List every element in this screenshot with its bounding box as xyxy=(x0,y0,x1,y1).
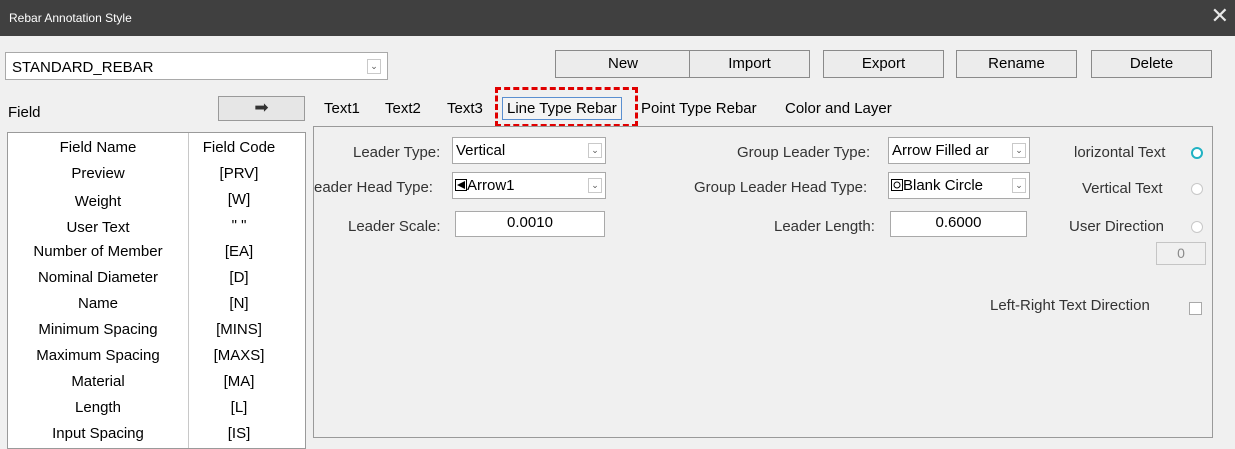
field-code-cell: [L] xyxy=(230,399,248,416)
table-header: Field Name Field Code xyxy=(8,139,305,164)
table-row[interactable]: Material [MA] xyxy=(8,373,305,398)
leader-type-value: Vertical xyxy=(456,142,506,159)
field-name-cell: Weight xyxy=(74,193,122,210)
table-row[interactable]: Weight [W] xyxy=(8,191,305,216)
field-name-cell: Minimum Spacing xyxy=(38,321,158,338)
leader-type-select[interactable]: Vertical ⌄ xyxy=(452,137,606,164)
style-select[interactable]: STANDARD_REBAR ⌄ xyxy=(5,52,388,80)
field-code-cell: [PRV] xyxy=(219,165,259,182)
table-row[interactable]: Maximum Spacing [MAXS] xyxy=(8,347,305,372)
arrow-head-icon xyxy=(455,179,467,191)
window-title: Rebar Annotation Style xyxy=(9,11,132,25)
leader-length-input[interactable]: 0.6000 xyxy=(890,211,1027,237)
leader-length-label: Leader Length: xyxy=(774,218,875,235)
field-name-cell: Input Spacing xyxy=(52,425,144,442)
tab-color-and-layer[interactable]: Color and Layer xyxy=(785,100,892,117)
group-leader-head-type-select[interactable]: Blank Circle ⌄ xyxy=(888,172,1030,199)
tab-text2[interactable]: Text2 xyxy=(385,100,421,117)
field-code-cell: [MA] xyxy=(223,373,255,390)
table-row[interactable]: Input Spacing [IS] xyxy=(8,425,305,448)
field-name-cell: Name xyxy=(77,295,118,312)
field-code-cell: [W] xyxy=(227,191,251,208)
leader-head-type-value: Arrow1 xyxy=(467,177,515,194)
horizontal-text-label: lorizontal Text xyxy=(1074,144,1166,161)
field-label: Field xyxy=(8,104,41,121)
field-code-cell: [IS] xyxy=(227,425,251,442)
leader-scale-input[interactable]: 0.0010 xyxy=(455,211,605,237)
field-code-cell: [EA] xyxy=(224,243,254,260)
user-direction-input[interactable]: 0 xyxy=(1156,242,1206,265)
field-code-cell: [MINS] xyxy=(216,321,262,338)
title-bar: Rebar Annotation Style ✕ xyxy=(0,0,1235,36)
chevron-down-icon[interactable]: ⌄ xyxy=(1012,143,1026,158)
tab-point-type-rebar[interactable]: Point Type Rebar xyxy=(641,100,757,117)
user-direction-label: User Direction xyxy=(1069,218,1165,235)
table-row[interactable]: Length [L] xyxy=(8,399,305,424)
rename-button[interactable]: Rename xyxy=(956,50,1077,78)
left-right-text-direction-checkbox[interactable] xyxy=(1189,302,1202,315)
field-code-cell: [D] xyxy=(229,269,249,286)
group-leader-type-value: Arrow Filled ar xyxy=(892,142,989,159)
left-right-text-direction-label: Left-Right Text Direction xyxy=(990,297,1150,314)
user-direction-radio[interactable] xyxy=(1191,221,1203,233)
table-row[interactable]: Minimum Spacing [MINS] xyxy=(8,321,305,346)
leader-type-label: Leader Type: xyxy=(353,144,441,161)
group-leader-head-type-label: Group Leader Head Type: xyxy=(694,179,868,196)
chevron-down-icon[interactable]: ⌄ xyxy=(1012,178,1026,193)
tab-text1[interactable]: Text1 xyxy=(324,100,360,117)
group-leader-type-label: Group Leader Type: xyxy=(737,144,871,161)
field-code-cell: [MAXS] xyxy=(213,347,265,364)
insert-field-button[interactable]: ➡ xyxy=(218,96,305,121)
close-icon[interactable]: ✕ xyxy=(1211,2,1229,30)
tab-line-type-rebar[interactable]: Line Type Rebar xyxy=(502,97,622,120)
chevron-down-icon[interactable]: ⌄ xyxy=(588,178,602,193)
field-name-cell: User Text xyxy=(66,219,130,236)
arrow-right-icon: ➡ xyxy=(254,98,269,117)
table-row[interactable]: Nominal Diameter [D] xyxy=(8,269,305,294)
group-leader-head-type-value: Blank Circle xyxy=(903,177,984,194)
vertical-text-radio[interactable] xyxy=(1191,183,1203,195)
chevron-down-icon[interactable]: ⌄ xyxy=(367,59,381,74)
table-row[interactable]: User Text " " xyxy=(8,217,305,242)
leader-head-type-select[interactable]: Arrow1 ⌄ xyxy=(452,172,606,199)
line-type-panel: Leader Type: Vertical ⌄ eader Head Type:… xyxy=(313,126,1213,438)
field-table[interactable]: Field Name Field Code Preview [PRV] Weig… xyxy=(7,132,306,449)
header-field-code: Field Code xyxy=(202,139,276,156)
vertical-text-label: Vertical Text xyxy=(1082,180,1163,197)
export-button[interactable]: Export xyxy=(823,50,944,78)
leader-scale-label: Leader Scale: xyxy=(348,218,441,235)
field-name-cell: Number of Member xyxy=(33,243,163,260)
chevron-down-icon[interactable]: ⌄ xyxy=(588,143,602,158)
table-row[interactable]: Name [N] xyxy=(8,295,305,320)
table-row[interactable]: Preview [PRV] xyxy=(8,165,305,190)
field-code-cell: [N] xyxy=(229,295,249,312)
tab-text3[interactable]: Text3 xyxy=(447,100,483,117)
group-leader-head-type-value-wrap: Blank Circle xyxy=(891,177,983,194)
blank-circle-icon xyxy=(891,179,903,191)
table-row[interactable]: Number of Member [EA] xyxy=(8,243,305,268)
field-name-cell: Length xyxy=(75,399,121,416)
field-name-cell: Material xyxy=(71,373,125,390)
field-code-cell: " " xyxy=(231,217,247,234)
header-field-name: Field Name xyxy=(59,139,137,156)
field-name-cell: Nominal Diameter xyxy=(37,269,159,286)
leader-head-type-value-wrap: Arrow1 xyxy=(455,177,515,194)
field-name-cell: Preview xyxy=(71,165,125,182)
field-name-cell: Maximum Spacing xyxy=(36,347,160,364)
leader-head-type-label: eader Head Type: xyxy=(314,179,433,196)
new-button[interactable]: New xyxy=(555,50,691,78)
import-button[interactable]: Import xyxy=(689,50,810,78)
group-leader-type-select[interactable]: Arrow Filled ar ⌄ xyxy=(888,137,1030,164)
delete-button[interactable]: Delete xyxy=(1091,50,1212,78)
style-select-value: STANDARD_REBAR xyxy=(12,59,154,76)
horizontal-text-radio[interactable] xyxy=(1191,147,1203,159)
